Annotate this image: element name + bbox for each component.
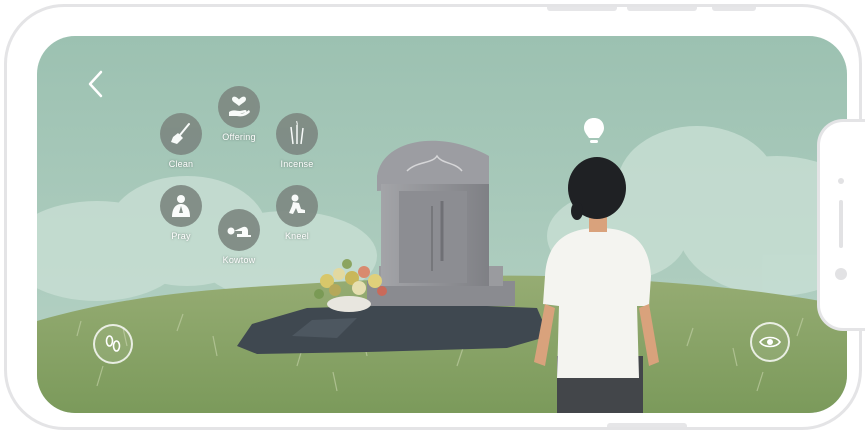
heart-in-hand-icon [229,96,250,117]
phone-frame: Clean Offering Incense Pray Kowtow Kneel [4,4,865,430]
lightbulb-icon [584,118,604,143]
action-label: Offering [222,132,256,142]
speaker-grille [839,200,843,248]
walk-button[interactable] [93,324,133,364]
back-button[interactable] [81,66,111,102]
phone-side-button [547,7,617,11]
phone-side-button [627,7,697,11]
footprints-icon [105,335,121,352]
camera-sensor [838,178,844,184]
eye-icon [759,336,781,348]
game-screen: Clean Offering Incense Pray Kowtow Kneel [37,36,847,413]
phone-side-button [607,423,687,427]
action-label: Pray [171,231,191,241]
action-label: Kneel [284,231,310,241]
action-kowtow-button[interactable]: Kowtow [209,209,269,265]
incense-sticks-icon [290,121,304,145]
action-label: Clean [168,159,194,169]
kneeling-person-icon [289,194,305,214]
action-kneel-button[interactable]: Kneel [267,185,327,241]
chevron-left-icon [88,70,103,98]
phone-notch [817,119,865,331]
kowtow-person-icon [227,226,251,237]
action-label: Incense [280,159,314,169]
action-offering-button[interactable]: Offering [209,86,269,142]
hint-indicator[interactable] [582,116,606,148]
action-label: Kowtow [222,255,256,265]
praying-person-icon [172,195,190,217]
phone-side-button [712,7,756,11]
action-clean-button[interactable]: Clean [151,113,211,169]
front-camera [835,268,847,280]
action-pray-button[interactable]: Pray [151,185,211,241]
action-incense-button[interactable]: Incense [267,113,327,169]
view-button[interactable] [750,322,790,362]
broom-icon [171,123,190,144]
